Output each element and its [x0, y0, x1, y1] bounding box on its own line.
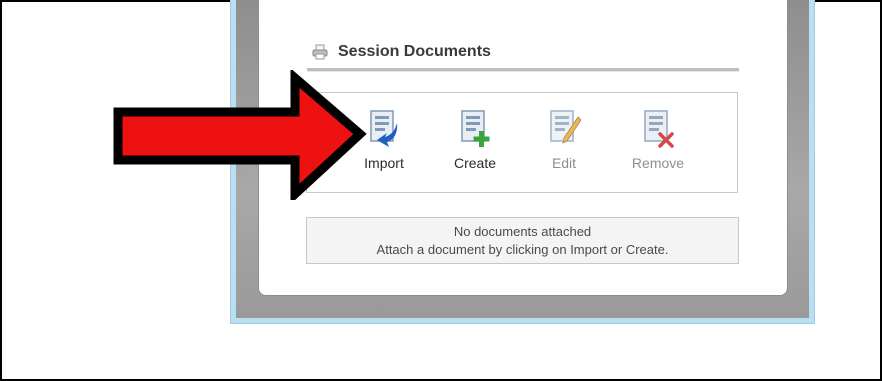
create-document-icon [458, 109, 492, 149]
documents-status: No documents attached Attach a document … [306, 217, 739, 264]
remove-button[interactable]: Remove [623, 109, 693, 179]
status-message: No documents attached [453, 224, 592, 239]
create-button[interactable]: Create [440, 109, 510, 179]
edit-button[interactable]: Edit [529, 109, 599, 179]
status-hint: Attach a document by clicking on Import … [376, 242, 669, 257]
remove-label: Remove [631, 155, 685, 171]
section-divider [307, 68, 739, 72]
printer-icon [312, 44, 328, 60]
import-document-icon [367, 109, 401, 149]
create-label: Create [453, 155, 497, 171]
edit-document-icon [547, 109, 582, 149]
red-arrow-icon [113, 70, 367, 200]
section-header: Session Documents [312, 40, 491, 64]
edit-label: Edit [551, 155, 577, 171]
remove-document-icon [641, 109, 675, 149]
document-toolbar: Import Create Edit Remove [306, 92, 738, 193]
section-title: Session Documents [338, 43, 491, 60]
